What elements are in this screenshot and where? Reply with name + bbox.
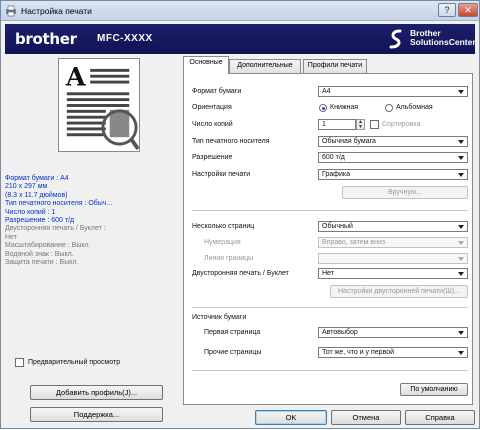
media-type-select[interactable]: Обычная бумага <box>318 136 468 147</box>
copies-spinner[interactable]: ▲ ▼ <box>356 119 365 130</box>
summary-paper-size: Формат бумаги : A4 <box>5 175 69 182</box>
landscape-label: Альбомная <box>396 104 433 111</box>
paper-size-value: A4 <box>322 88 331 95</box>
summary-dimensions-in: (8.3 x 11.7 дюймов) <box>5 191 68 199</box>
duplex-select[interactable]: Нет <box>318 268 468 279</box>
print-settings-window: Настройка печати ? ✕ brother MFC-XXXX Br… <box>0 0 480 429</box>
media-type-label: Тип печатного носителя <box>192 138 270 145</box>
window-title: Настройка печати <box>21 6 92 16</box>
resolution-value: 600 т/д <box>322 154 345 161</box>
chevron-down-icon <box>458 140 464 144</box>
summary-resolution: Разрешение : 600 т/д <box>5 217 75 225</box>
first-page-label: Первая страница <box>204 329 261 336</box>
ok-button[interactable]: OK <box>255 410 327 425</box>
print-settings-label: Настройки печати <box>192 171 251 178</box>
duplex-value: Нет <box>322 270 334 277</box>
print-settings-value: Графика <box>322 171 350 178</box>
border-line-select[interactable] <box>318 253 468 264</box>
chevron-down-icon <box>458 241 464 245</box>
media-type-value: Обычная бумага <box>322 138 376 145</box>
copies-input[interactable]: 1 <box>318 119 356 130</box>
summary-duplex-value: Нет <box>5 233 17 241</box>
portrait-radio[interactable] <box>319 104 327 112</box>
section-divider <box>192 370 468 371</box>
tab-print-profiles[interactable]: Профили печати <box>303 59 367 73</box>
page-preview-thumbnail: A <box>58 58 140 152</box>
duplex-settings-button[interactable]: Настройки двусторонней печати(Ш)... <box>330 285 468 298</box>
collate-label: Сортировка <box>382 121 421 128</box>
brand-bar: brother MFC-XXXX Brother SolutionsCenter <box>5 24 476 54</box>
chevron-down-icon <box>458 331 464 335</box>
first-page-select[interactable]: Автовыбор <box>318 327 468 338</box>
solutions-center-line2: SolutionsCenter <box>410 37 476 47</box>
first-page-value: Автовыбор <box>322 329 358 336</box>
paper-size-label: Формат бумаги <box>192 88 242 95</box>
multiple-pages-label: Несколько страниц <box>192 223 255 230</box>
summary-secure-print: Защита печати : Выкл. <box>5 259 79 267</box>
section-divider <box>192 210 468 211</box>
copies-label: Число копий <box>192 121 233 128</box>
summary-media-type: Тип печатного носителя : Обыч... <box>5 200 113 208</box>
paper-source-label: Источник бумаги <box>192 314 247 321</box>
portrait-label: Книжная <box>330 104 359 111</box>
solutions-center-link[interactable]: Brother SolutionsCenter <box>410 29 476 47</box>
collate-checkbox[interactable] <box>370 120 379 129</box>
multiple-pages-value: Обычный <box>322 223 353 230</box>
resolution-label: Разрешение <box>192 154 233 161</box>
chevron-down-icon <box>458 225 464 229</box>
chevron-down-icon <box>458 272 464 276</box>
landscape-radio[interactable] <box>385 104 393 112</box>
preview-checkbox-label: Предварительный просмотр <box>28 359 121 366</box>
solutions-center-icon[interactable] <box>386 28 406 50</box>
section-divider <box>192 307 468 308</box>
chevron-down-icon <box>458 257 464 261</box>
close-window-button[interactable]: ✕ <box>458 3 478 17</box>
page-order-value: Вправо, затем вниз <box>322 239 386 246</box>
preview-checkbox[interactable] <box>15 358 24 367</box>
chevron-down-icon <box>458 156 464 160</box>
page-order-select[interactable]: Вправо, затем вниз <box>318 237 468 248</box>
other-pages-value: Тот же, что и у первой <box>322 349 395 356</box>
help-button[interactable]: Справка <box>405 410 475 425</box>
page-order-label: Нумерация <box>204 239 241 246</box>
print-settings-select[interactable]: Графика <box>318 169 468 180</box>
chevron-down-icon <box>458 351 464 355</box>
border-line-label: Линия границы <box>204 255 254 262</box>
summary-watermark: Водяной знак : Выкл. <box>5 250 74 258</box>
cancel-button[interactable]: Отмена <box>331 410 401 425</box>
other-pages-label: Прочие страницы <box>204 349 262 356</box>
summary-copies: Число копий : 1 <box>5 208 56 216</box>
summary-duplex-label: Двусторонняя печать / Буклет : <box>5 225 106 233</box>
orientation-label: Ориентация <box>192 104 232 111</box>
basic-tab-panel: Формат бумаги A4 Ориентация Книжная Альб… <box>183 73 473 405</box>
help-title-button[interactable]: ? <box>438 3 456 17</box>
svg-text:A: A <box>65 61 86 91</box>
summary-dimensions-mm: 210 x 297 мм <box>5 183 48 191</box>
copies-value: 1 <box>322 121 326 128</box>
left-panel: A Формат бумаги : A4 210 x 297 мм (8.3 x… <box>1 55 179 430</box>
title-bar: Настройка печати ? ✕ <box>1 1 479 21</box>
printer-model: MFC-XXXX <box>97 33 153 44</box>
tab-advanced[interactable]: Дополнительные <box>229 59 301 73</box>
support-button[interactable]: Поддержка... <box>30 407 163 422</box>
chevron-down-icon <box>458 173 464 177</box>
restore-defaults-button[interactable]: По умолчанию <box>400 383 468 396</box>
resolution-select[interactable]: 600 т/д <box>318 152 468 163</box>
paper-size-select[interactable]: A4 <box>318 86 468 97</box>
printer-icon <box>6 5 16 17</box>
duplex-label: Двусторонняя печать / Буклет <box>192 270 289 277</box>
brother-logo: brother <box>15 30 77 48</box>
add-profile-button[interactable]: Добавить профиль(J)... <box>30 385 163 400</box>
tab-basic[interactable]: Основные <box>183 56 229 74</box>
other-pages-select[interactable]: Тот же, что и у первой <box>318 347 468 358</box>
multiple-pages-select[interactable]: Обычный <box>318 221 468 232</box>
chevron-down-icon <box>458 90 464 94</box>
manual-settings-button[interactable]: Вручную... <box>342 186 468 199</box>
settings-summary: Формат бумаги : A4 210 x 297 мм (8.3 x 1… <box>5 175 175 267</box>
summary-scaling: Масштабирование : Выкл. <box>5 242 91 250</box>
